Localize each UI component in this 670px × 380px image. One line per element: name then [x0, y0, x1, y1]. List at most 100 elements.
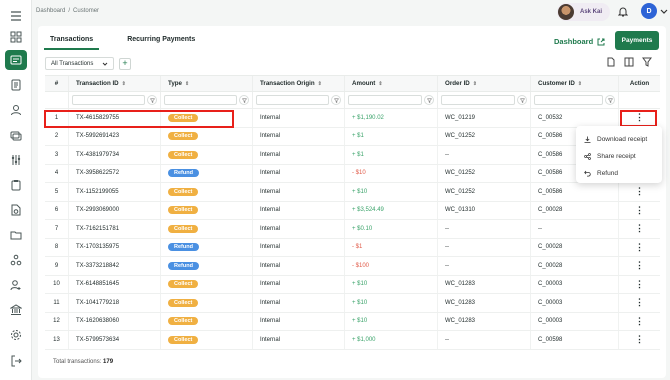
more-vertical-icon[interactable]: ⋮: [635, 334, 644, 345]
table-row[interactable]: 13 TX-5799573634 Collect Internal + $1,000 --…: [45, 331, 660, 350]
dashboard-link[interactable]: Dashboard: [554, 37, 605, 46]
more-vertical-icon[interactable]: ⋮: [635, 205, 644, 216]
cards-icon[interactable]: [6, 126, 26, 144]
cell-origin: Internal: [253, 238, 345, 256]
row-index: 10: [53, 281, 60, 288]
filter-input[interactable]: [164, 95, 237, 105]
column-header-origin[interactable]: Transaction Origin ⇕: [253, 76, 345, 91]
tab-bar: Transactions Recurring Payments: [44, 34, 201, 50]
column-header-transaction-id[interactable]: Transaction ID ⇕: [69, 76, 161, 91]
topbar: Dashboard / Customer Ask Kai D: [32, 0, 670, 24]
filter-funnel-icon[interactable]: [147, 95, 157, 105]
table-row[interactable]: 3 TX-4381979734 Collect Internal + $1 -- C_005…: [45, 146, 660, 165]
chevron-down-icon[interactable]: [660, 7, 668, 15]
filter-input[interactable]: [348, 95, 422, 105]
menu-item-refund[interactable]: Refund: [576, 165, 662, 182]
cell-origin: Internal: [253, 220, 345, 238]
column-header-order-id[interactable]: Order ID ⇕: [438, 76, 531, 91]
filter-funnel-icon[interactable]: [239, 95, 249, 105]
cell-amount: + $10: [345, 183, 438, 201]
bank-icon[interactable]: [6, 301, 26, 319]
logout-icon[interactable]: [6, 352, 26, 370]
document-icon[interactable]: [6, 76, 26, 94]
cell-order-id: WC_01283: [438, 275, 531, 293]
table-row[interactable]: 10 TX-6148851645 Collect Internal + $10 WC_01…: [45, 275, 660, 294]
cell-action: ⋮: [619, 331, 660, 349]
more-vertical-icon[interactable]: ⋮: [635, 260, 644, 271]
more-vertical-icon[interactable]: ⋮: [635, 186, 644, 197]
column-header-type[interactable]: Type ⇕: [161, 76, 253, 91]
column-header-amount[interactable]: Amount ⇕: [345, 76, 438, 91]
menu-icon[interactable]: [6, 7, 26, 25]
cell-amount: - $1: [345, 238, 438, 256]
grid-icon[interactable]: [6, 28, 26, 46]
menu-item-download-receipt[interactable]: Download receipt: [576, 131, 662, 148]
table-row[interactable]: 4 TX-3958622572 Refund Internal - $10 WC_0125…: [45, 164, 660, 183]
transaction-id: TX-1703135975: [76, 244, 120, 251]
user-icon[interactable]: [6, 101, 26, 119]
transaction-origin: Internal: [260, 262, 281, 269]
transactions-filter-select[interactable]: All Transactions: [45, 57, 114, 70]
transactions-icon[interactable]: [5, 50, 27, 70]
columns-icon[interactable]: [624, 57, 634, 67]
filter-funnel-icon[interactable]: [424, 95, 434, 105]
filter-input[interactable]: [256, 95, 329, 105]
filter-input[interactable]: [534, 95, 603, 105]
filter-row: All Transactions +: [45, 57, 131, 70]
table-row[interactable]: 11 TX-1041779218 Collect Internal + $10 WC_01…: [45, 294, 660, 313]
network-icon[interactable]: [6, 251, 26, 269]
filter-cell-empty: [45, 92, 69, 108]
cell-order-id: WC_01310: [438, 201, 531, 219]
tab-recurring-payments[interactable]: Recurring Payments: [121, 34, 201, 50]
menu-item-share-receipt[interactable]: Share receipt: [576, 148, 662, 165]
cell-order-id: WC_01283: [438, 294, 531, 312]
table-row[interactable]: 9 TX-3373218842 Refund Internal - $100 -- C_00…: [45, 257, 660, 276]
menu-item-label: Share receipt: [597, 153, 636, 160]
table-row[interactable]: 2 TX-5992691423 Collect Internal + $1 WC_0125…: [45, 127, 660, 146]
breadcrumb-dashboard[interactable]: Dashboard: [36, 8, 65, 14]
file-money-icon[interactable]: [6, 201, 26, 219]
tab-transactions[interactable]: Transactions: [44, 34, 100, 50]
more-vertical-icon[interactable]: ⋮: [635, 297, 644, 308]
bell-icon[interactable]: [618, 6, 628, 17]
sliders-icon[interactable]: [6, 151, 26, 169]
table-row[interactable]: 5 TX-1152199055 Collect Internal + $10 WC_012…: [45, 183, 660, 202]
table-row[interactable]: 12 TX-1620638060 Collect Internal + $10 WC_01…: [45, 312, 660, 331]
transaction-id: TX-1152199055: [76, 188, 119, 195]
transaction-id: TX-2993069000: [76, 207, 120, 214]
export-file-icon[interactable]: [606, 57, 616, 67]
sort-icon: ⇕: [378, 80, 383, 87]
clipboard-icon[interactable]: [6, 176, 26, 194]
settings-icon[interactable]: [6, 326, 26, 344]
table-row[interactable]: 6 TX-2993069000 Collect Internal + $3,524.49…: [45, 201, 660, 220]
cell-order-id: --: [438, 238, 531, 256]
filter-input[interactable]: [441, 95, 515, 105]
type-badge: Collect: [168, 224, 199, 233]
column-header-customer-id[interactable]: Customer ID ⇕: [531, 76, 619, 91]
cell-action: ⋮: [619, 276, 660, 294]
payments-button[interactable]: Payments: [615, 31, 659, 50]
cell-origin: Internal: [253, 275, 345, 293]
filter-funnel-icon[interactable]: [331, 95, 341, 105]
more-vertical-icon[interactable]: ⋮: [635, 316, 644, 327]
cell-action: ⋮: [619, 313, 660, 331]
user-settings-icon[interactable]: [6, 276, 26, 294]
column-label: Amount: [352, 80, 376, 87]
row-index: 4: [54, 170, 59, 177]
more-vertical-icon[interactable]: ⋮: [635, 223, 644, 234]
add-filter-button[interactable]: +: [119, 57, 131, 70]
filter-funnel-icon[interactable]: [605, 95, 615, 105]
user-profile[interactable]: Ask Kai: [557, 3, 611, 21]
filter-icon[interactable]: [642, 57, 652, 67]
folder-icon[interactable]: [6, 226, 26, 244]
more-vertical-icon[interactable]: ⋮: [635, 242, 644, 253]
filter-input[interactable]: [72, 95, 145, 105]
table-row[interactable]: 8 TX-1703135975 Refund Internal - $1 -- C_0002…: [45, 238, 660, 257]
transaction-id: TX-5992691423: [76, 133, 120, 140]
cell-amount: + $0.10: [345, 220, 438, 238]
more-vertical-icon[interactable]: ⋮: [635, 279, 644, 290]
table-row[interactable]: 7 TX-7162151781 Collect Internal + $0.10 -- --…: [45, 220, 660, 239]
type-badge: Refund: [168, 261, 199, 270]
filter-funnel-icon[interactable]: [517, 95, 527, 105]
account-avatar[interactable]: D: [641, 3, 657, 19]
